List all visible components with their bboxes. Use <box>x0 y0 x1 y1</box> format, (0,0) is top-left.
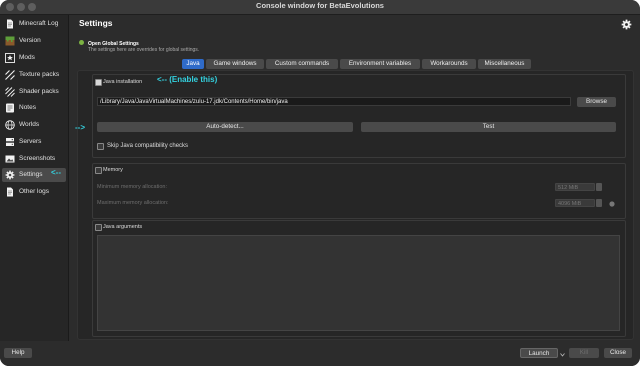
java-installation-group: Java installation <-- (Enable this) /Lib… <box>92 74 626 158</box>
sidebar-item-label: Version <box>19 37 41 44</box>
memory-warning-icon <box>609 201 615 207</box>
chevron-down-icon[interactable] <box>560 353 565 357</box>
sidebar-item-texture-packs[interactable]: Texture packs <box>2 68 66 82</box>
sidebar-item-notes[interactable]: Notes <box>2 101 66 115</box>
java-installation-label: Java installation <box>103 79 143 85</box>
minimum-memory-stepper[interactable] <box>596 183 602 191</box>
maximum-memory-label: Maximum memory allocation: <box>97 200 169 206</box>
enable-this-annotation: <-- (Enable this) <box>157 75 218 84</box>
title-bar: Console window for BetaEvolutions <box>0 0 640 15</box>
star-box-icon <box>5 53 15 63</box>
java-installation-checkbox[interactable] <box>95 79 102 86</box>
auto-detect-button[interactable]: Auto-detect... <box>97 122 353 132</box>
arrow-annotation-left: <-- <box>51 168 61 177</box>
console-window: Console window for BetaEvolutions Minecr… <box>0 0 640 366</box>
screenshot-icon <box>5 155 15 163</box>
hint-description: The settings here are overrides for glob… <box>88 47 200 53</box>
java-arguments-checkbox[interactable] <box>95 224 102 231</box>
globe-icon <box>5 120 15 130</box>
sidebar-item-other-logs[interactable]: Other logs <box>2 185 66 199</box>
status-dot-icon <box>79 40 84 45</box>
kill-button[interactable]: Kill <box>569 348 599 358</box>
sidebar-item-minecraft-log[interactable]: Minecraft Log <box>2 17 66 31</box>
sidebar-item-label: Mods <box>19 54 35 61</box>
arrow-annotation-right: --> <box>75 123 85 132</box>
java-arguments-textarea[interactable] <box>97 235 620 331</box>
sidebar-item-shader-packs[interactable]: Shader packs <box>2 85 66 99</box>
sidebar-item-label: Settings <box>19 171 43 178</box>
sidebar-item-label: Shader packs <box>19 88 59 95</box>
java-arguments-group: Java arguments <box>92 220 626 337</box>
browse-button[interactable]: Browse <box>577 97 616 107</box>
sidebar-item-label: Servers <box>19 138 42 145</box>
sidebar-item-worlds[interactable]: Worlds <box>2 118 66 132</box>
sidebar-item-label: Other logs <box>19 188 49 195</box>
java-path-field[interactable]: /Library/Java/JavaVirtualMachines/zulu-1… <box>97 97 571 106</box>
other-logs-icon <box>7 187 13 197</box>
tab-environment-variables[interactable]: Environment variables <box>340 59 420 69</box>
window-title: Console window for BetaEvolutions <box>256 1 384 10</box>
server-icon <box>6 138 14 146</box>
help-button[interactable]: Help <box>4 348 32 358</box>
launch-button[interactable]: Launch <box>520 348 558 358</box>
notes-icon <box>6 103 14 113</box>
page-title: Settings <box>79 18 113 28</box>
skip-java-checks-label: Skip Java compatibility checks <box>107 143 189 149</box>
bottom-bar: Help Launch Kill Close <box>0 341 640 366</box>
tab-java[interactable]: Java <box>182 59 204 69</box>
test-button[interactable]: Test <box>361 122 616 132</box>
shader-pack-icon <box>5 87 15 97</box>
sidebar-item-label: Minecraft Log <box>19 20 59 27</box>
memory-group: Memory Minimum memory allocation: 512 Mi… <box>92 163 626 219</box>
sidebar-item-label: Texture packs <box>19 71 60 78</box>
sidebar-item-version[interactable]: Version <box>2 34 66 48</box>
tab-game-windows[interactable]: Game windows <box>206 59 264 69</box>
java-arguments-label: Java arguments <box>103 224 143 230</box>
maximum-memory-stepper[interactable] <box>596 199 602 207</box>
minimum-memory-input[interactable]: 512 MiB <box>555 183 595 191</box>
close-button[interactable]: Close <box>604 348 632 358</box>
minimum-memory-label: Minimum memory allocation: <box>97 184 167 190</box>
java-settings-panel: Java installation <-- (Enable this) /Lib… <box>75 70 634 340</box>
sidebar-item-label: Screenshots <box>19 155 56 162</box>
maximum-memory-input[interactable]: 4096 MiB <box>555 199 595 207</box>
sidebar-item-servers[interactable]: Servers <box>2 135 66 149</box>
gear-icon <box>5 170 15 180</box>
memory-label: Memory <box>103 167 123 173</box>
skip-java-checks-checkbox[interactable] <box>97 143 104 150</box>
sidebar-item-label: Notes <box>19 104 36 111</box>
sidebar-item-screenshots[interactable]: Screenshots <box>2 152 66 166</box>
tab-custom-commands[interactable]: Custom commands <box>266 59 338 69</box>
log-file-icon <box>7 19 13 29</box>
grass-block-icon <box>5 36 15 46</box>
main-content: Settings Open Global Settings The settin… <box>69 15 640 341</box>
tab-miscellaneous[interactable]: Miscellaneous <box>478 59 531 69</box>
sidebar-item-mods[interactable]: Mods <box>2 51 66 65</box>
sidebar: Minecraft Log Version Mods Texture packs… <box>0 15 69 341</box>
gear-icon[interactable] <box>621 19 632 30</box>
sidebar-item-label: Worlds <box>19 121 40 128</box>
memory-checkbox[interactable] <box>95 167 102 174</box>
tab-workarounds[interactable]: Workarounds <box>422 59 476 69</box>
texture-pack-icon <box>5 70 15 80</box>
